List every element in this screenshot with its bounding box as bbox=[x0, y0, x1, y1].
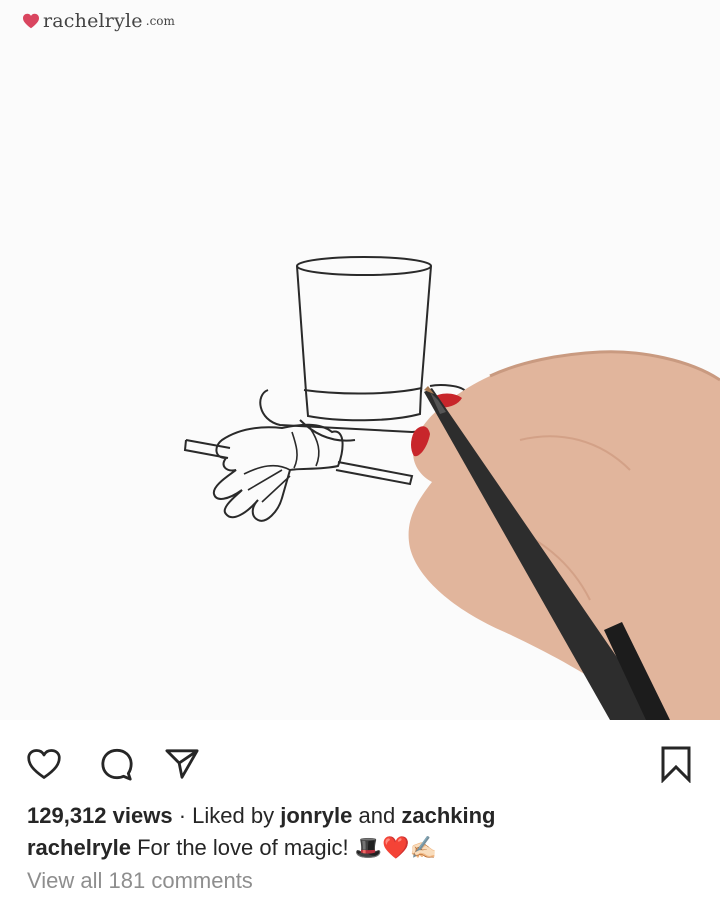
likes-line: 129,312 views · Liked by jonryle and zac… bbox=[27, 800, 697, 832]
watermark-brand: rachelryle bbox=[43, 10, 143, 32]
watermark: rachelryle .com bbox=[22, 6, 175, 36]
author-username[interactable]: rachelryle bbox=[27, 835, 131, 860]
like-button[interactable] bbox=[22, 742, 66, 786]
caption-line: rachelryle For the love of magic! 🎩❤️✍🏻 bbox=[27, 832, 697, 865]
share-button[interactable] bbox=[160, 742, 204, 786]
caption-text: For the love of magic! bbox=[137, 835, 349, 860]
views-count[interactable]: 129,312 views bbox=[27, 803, 173, 828]
post-photo[interactable]: rachelryle .com bbox=[0, 0, 720, 720]
liked-joiner: and bbox=[358, 803, 396, 828]
action-bar bbox=[0, 720, 720, 800]
heart-logo-icon bbox=[23, 13, 39, 29]
paper-plane-icon bbox=[165, 749, 199, 779]
liked-user-link-1[interactable]: jonryle bbox=[280, 803, 352, 828]
separator-dot: · bbox=[178, 803, 187, 828]
watermark-tld: .com bbox=[145, 14, 175, 28]
caption-emojis: 🎩❤️✍🏻 bbox=[354, 836, 437, 861]
liked-by-prefix: Liked by bbox=[192, 803, 275, 828]
save-button[interactable] bbox=[654, 742, 698, 786]
comment-button[interactable] bbox=[95, 742, 139, 786]
drawing-illustration bbox=[0, 0, 720, 720]
heart-outline-icon bbox=[27, 749, 61, 779]
bookmark-outline-icon bbox=[661, 746, 691, 783]
comment-bubble-icon bbox=[101, 748, 133, 781]
view-comments-link[interactable]: View all 181 comments bbox=[27, 865, 697, 897]
post-meta: 129,312 views · Liked by jonryle and zac… bbox=[27, 800, 697, 897]
liked-user-link-2[interactable]: zachking bbox=[401, 803, 495, 828]
